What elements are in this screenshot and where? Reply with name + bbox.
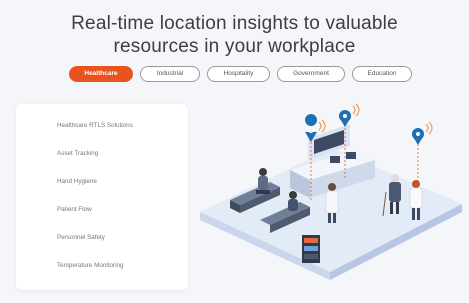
solution-patient-flow[interactable]: Patient Flow <box>57 206 92 213</box>
signal-wave-icon <box>425 121 433 135</box>
seated-person-2 <box>288 191 298 211</box>
signal-wave-icon <box>318 119 326 133</box>
solutions-card: Healthcare RTLS Solutions Asset Tracking… <box>16 104 188 290</box>
solution-healthcare-rtls[interactable]: Healthcare RTLS Solutions <box>57 122 133 129</box>
solution-temperature-monitoring[interactable]: Temperature Monitoring <box>57 262 124 269</box>
page-headline: Real-time location insights to valuable … <box>0 12 469 58</box>
solution-personnel-safety[interactable]: Personnel Safety <box>57 234 105 241</box>
headline-line-2: resources in your workplace <box>113 36 356 57</box>
tab-education[interactable]: Education <box>352 66 412 82</box>
tab-government[interactable]: Government <box>277 66 345 82</box>
headline-line-1: Real-time location insights to valuable <box>71 13 398 34</box>
solution-asset-tracking[interactable]: Asset Tracking <box>57 150 98 157</box>
tab-hospitality[interactable]: Hospitality <box>207 66 270 82</box>
industry-tabs: Healthcare Industrial Hospitality Govern… <box>69 66 412 82</box>
location-pin-icon <box>412 128 424 145</box>
tab-healthcare[interactable]: Healthcare <box>69 66 133 82</box>
isometric-workplace-illustration <box>200 103 462 280</box>
medical-cart <box>302 235 320 263</box>
signal-wave-icon <box>352 103 360 117</box>
seated-person <box>256 168 270 194</box>
tab-industrial[interactable]: Industrial <box>140 66 200 82</box>
solution-hand-hygiene[interactable]: Hand Hygiene <box>57 178 97 185</box>
